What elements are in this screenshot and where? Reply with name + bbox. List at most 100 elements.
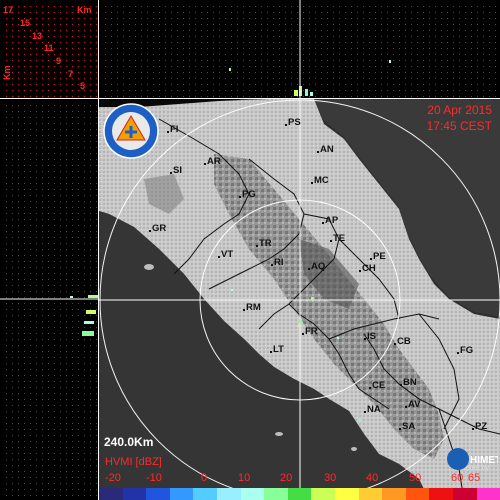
city-label: GR <box>152 223 167 234</box>
city-label: IS <box>367 331 376 342</box>
city-label: MC <box>314 175 329 186</box>
height-tick-label: 9 <box>56 56 62 66</box>
legend-tick: 50 <box>409 472 422 484</box>
height-panel: 17 Km 15 13 11 9 7 5 Km <box>0 0 98 98</box>
height-tick-label: 15 <box>20 18 31 28</box>
legend-tick: 40 <box>366 472 379 484</box>
height-unit-label: Km <box>77 5 92 15</box>
city-label: CH <box>362 263 376 274</box>
city-label: BN <box>403 377 417 388</box>
himet-logo-text: HIMET <box>470 455 498 466</box>
legend-swatch <box>452 488 477 500</box>
city-marker <box>399 428 401 430</box>
radar-view: 17 Km 15 13 11 9 7 5 Km PS FI AN AR SI M… <box>0 0 500 500</box>
legend-swatch <box>358 488 383 500</box>
protezione-civile-logo <box>103 103 159 159</box>
city-label: PE <box>373 251 386 262</box>
range-label: 240.0Km <box>104 435 154 449</box>
city-label: AQ <box>311 261 326 272</box>
legend-swatch <box>429 488 453 500</box>
city-marker <box>405 406 407 408</box>
city-label: TE <box>333 233 346 244</box>
city-marker <box>457 352 459 354</box>
city-marker <box>311 182 313 184</box>
city-marker <box>308 268 310 270</box>
legend-title: HVMI [dBZ] <box>105 456 162 468</box>
legend-swatch <box>405 488 430 500</box>
ns-cross-section <box>0 99 98 500</box>
city-marker <box>271 264 273 266</box>
city-marker <box>167 131 169 133</box>
legend-tick: 65 <box>468 472 481 484</box>
legend-swatch <box>122 488 147 500</box>
legend-tick: 60 <box>451 472 464 484</box>
legend-swatch <box>240 488 265 500</box>
legend-labels: -20 -10 0 10 20 30 40 50 60 65 <box>99 472 500 486</box>
city-marker <box>256 245 258 247</box>
city-marker <box>330 240 332 242</box>
city-marker <box>285 124 287 126</box>
city-marker <box>370 258 372 260</box>
city-label: AN <box>320 144 334 155</box>
city-marker <box>149 230 151 232</box>
legend-swatch <box>146 488 170 500</box>
city-marker <box>218 256 220 258</box>
city-marker <box>204 163 206 165</box>
city-label: VT <box>221 249 234 260</box>
city-label: AP <box>325 215 339 226</box>
legend-swatch <box>169 488 194 500</box>
city-label: FG <box>460 345 474 356</box>
city-marker <box>239 196 241 198</box>
height-tick-label: 7 <box>68 69 74 79</box>
legend-tick: 30 <box>324 472 337 484</box>
legend-tick: 20 <box>280 472 293 484</box>
height-tick-label: 5 <box>80 81 86 91</box>
timestamp-date: 20 Apr 2015 <box>427 103 492 117</box>
city-marker <box>364 411 366 413</box>
height-side-unit: Km <box>2 65 12 80</box>
legend-swatch <box>311 488 335 500</box>
city-marker <box>317 151 319 153</box>
city-label: AR <box>207 156 221 167</box>
legend-tick: -20 <box>105 472 121 484</box>
himet-logo: HIMET <box>447 448 498 470</box>
city-marker <box>394 343 396 345</box>
city-marker <box>472 428 474 430</box>
city-marker <box>369 387 371 389</box>
city-marker <box>359 270 361 272</box>
legend-swatch <box>99 488 123 500</box>
height-tick-label: 17 <box>3 5 14 15</box>
legend-tick: 0 <box>201 472 208 484</box>
city-label: SA <box>402 421 416 432</box>
legend-tick: -10 <box>146 472 162 484</box>
city-label: PZ <box>475 421 488 432</box>
city-marker <box>364 338 366 340</box>
legend-tick: 10 <box>238 472 251 484</box>
city-label: TR <box>259 238 272 249</box>
legend-swatch <box>476 488 500 500</box>
city-label: LT <box>273 344 284 355</box>
city-marker <box>243 309 245 311</box>
city-label: NA <box>367 404 381 415</box>
legend-swatch <box>287 488 312 500</box>
city-label: RI <box>274 257 284 268</box>
city-label: AV <box>408 399 421 410</box>
city-marker <box>302 333 304 335</box>
ew-section-grid <box>105 0 496 98</box>
city-marker <box>270 351 272 353</box>
city-label: PG <box>242 189 256 200</box>
city-label: RM <box>246 302 261 313</box>
legend-swatch <box>334 488 359 500</box>
legend-swatch <box>193 488 217 500</box>
city-label: PS <box>288 117 301 128</box>
timestamp-time: 17:45 CEST <box>426 119 492 133</box>
city-marker <box>322 222 324 224</box>
city-marker <box>400 384 402 386</box>
legend-colorbar <box>99 488 500 500</box>
legend-swatch <box>264 488 288 500</box>
city-label: FR <box>305 326 318 337</box>
city-label: CE <box>372 380 386 391</box>
city-label: FI <box>170 124 179 135</box>
city-label: SI <box>173 165 182 176</box>
city-label: CB <box>397 336 411 347</box>
